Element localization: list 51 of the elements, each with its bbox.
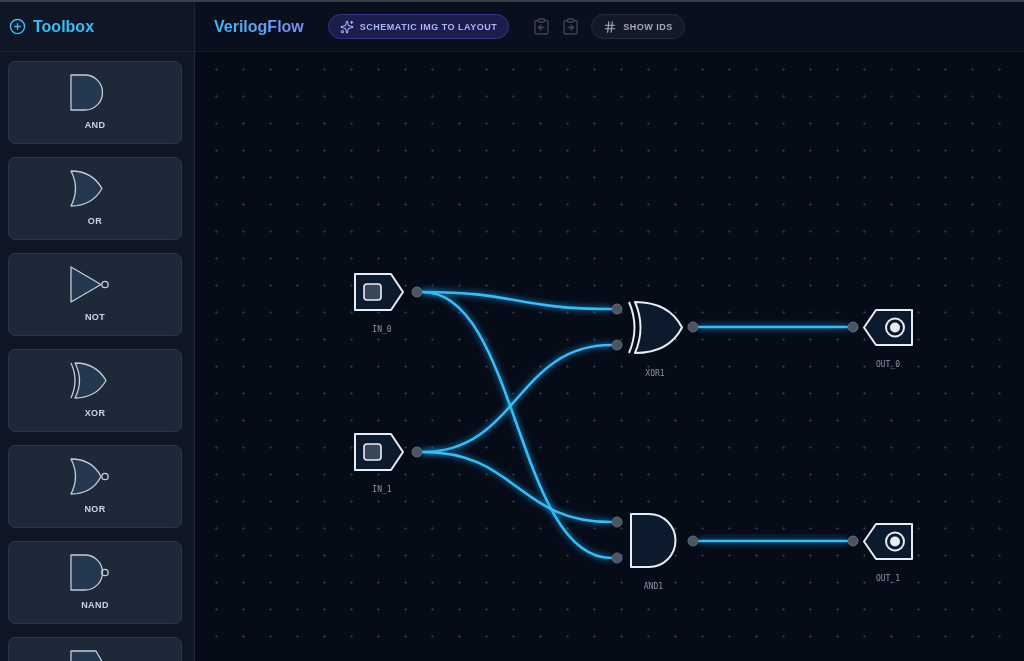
- toolbox-item[interactable]: NOR: [8, 445, 182, 528]
- wire[interactable]: [697, 325, 849, 329]
- app-title: VerilogFlow: [214, 17, 304, 36]
- toolbox-item[interactable]: OR: [8, 157, 182, 240]
- output-node[interactable]: [863, 523, 913, 560]
- toolbox-item[interactable]: AND: [8, 61, 182, 144]
- xor-gate-node[interactable]: [627, 300, 683, 355]
- toolbox-title: Toolbox: [33, 17, 95, 36]
- port-dot-icon[interactable]: [847, 321, 859, 333]
- node-label: XOR1: [645, 369, 665, 378]
- and-gate-node[interactable]: [630, 513, 677, 568]
- port-dot-icon[interactable]: [847, 535, 859, 547]
- target-icon: [885, 317, 905, 338]
- wire[interactable]: [421, 450, 613, 524]
- toolbox-item[interactable]: NOT: [8, 253, 182, 336]
- port-dot-icon[interactable]: [411, 446, 423, 458]
- port-dot-icon[interactable]: [687, 321, 699, 333]
- or-gate-icon: [70, 170, 103, 207]
- add-icon: [9, 18, 26, 35]
- nand-gate-icon: [70, 554, 109, 591]
- switch-icon: [363, 283, 382, 301]
- target-icon: [885, 531, 905, 552]
- node-label: IN_0: [372, 325, 392, 334]
- port-dot-icon[interactable]: [687, 535, 699, 547]
- nor-gate-icon: [70, 458, 109, 495]
- clipboard-export-icon: [562, 18, 578, 35]
- toolbox-item[interactable]: NAND: [8, 541, 182, 624]
- node-label: IN_1: [372, 485, 392, 494]
- toolbox-item[interactable]: XOR: [8, 349, 182, 432]
- port-dot-icon[interactable]: [411, 286, 423, 298]
- sparkles-icon: [339, 19, 354, 34]
- node-label: OUT_1: [875, 574, 901, 583]
- input-node[interactable]: [354, 433, 404, 471]
- port-dot-icon[interactable]: [611, 516, 623, 528]
- wire[interactable]: [421, 290, 613, 560]
- clipboard-import-icon: [533, 18, 549, 35]
- port-dot-icon[interactable]: [611, 303, 623, 315]
- wire[interactable]: [697, 539, 849, 543]
- xor-gate-icon: [70, 362, 107, 399]
- hash-icon: [603, 19, 618, 34]
- schematic-to-layout-button[interactable]: SCHEMATIC IMG TO LAYOUT: [327, 14, 510, 39]
- port-dot-icon[interactable]: [611, 339, 623, 351]
- port-dot-icon[interactable]: [611, 552, 623, 564]
- output-node[interactable]: [863, 309, 913, 346]
- input-node[interactable]: [354, 273, 404, 311]
- node-label: AND1: [643, 582, 664, 591]
- node-label: OUT_0: [875, 360, 901, 369]
- show-ids-button[interactable]: SHOW IDS: [591, 14, 685, 39]
- and-gate-icon: [70, 74, 103, 111]
- not-gate-icon: [70, 266, 109, 303]
- switch-icon: [363, 443, 382, 461]
